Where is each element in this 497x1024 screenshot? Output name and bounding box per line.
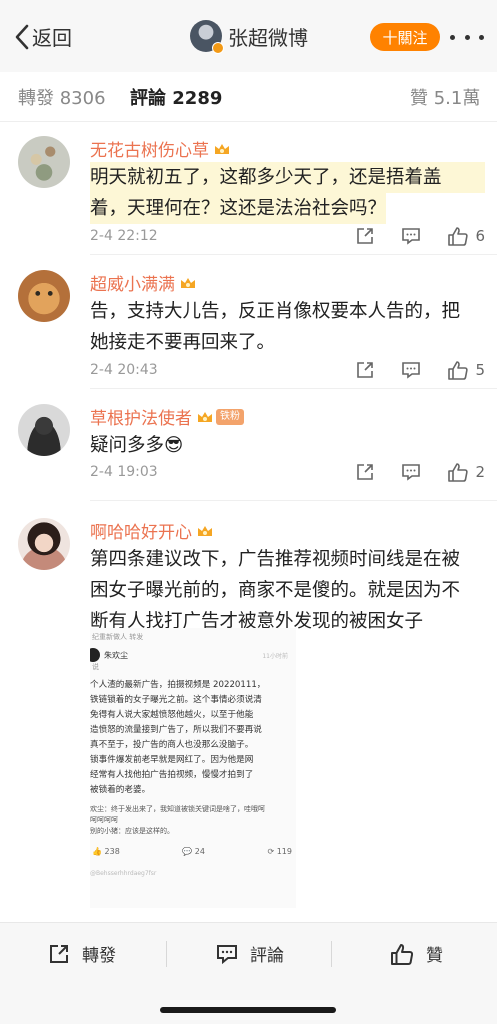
crown-icon	[198, 525, 212, 536]
avatar	[90, 648, 100, 662]
comment-username[interactable]: 草根护法使者 铁粉	[90, 404, 244, 429]
crown-icon	[181, 277, 195, 288]
divider	[166, 941, 167, 967]
like-button[interactable]: 2	[447, 462, 485, 482]
thumbs-up-icon	[448, 227, 469, 246]
embed-subtitle: 说	[92, 663, 99, 671]
avatar[interactable]	[18, 270, 70, 322]
divider	[90, 254, 497, 255]
comment-list: 无花古树伤心草 明天就初五了，这都多少天了，还是捂着盖 着，天理何在？这还是法治…	[0, 122, 497, 922]
back-label: 返回	[32, 26, 72, 50]
tab-reposts[interactable]: 轉發 8306	[18, 84, 106, 110]
share-icon	[50, 944, 68, 963]
comment-username[interactable]: 无花古树伤心草	[90, 136, 231, 161]
follow-button[interactable]: 十關注	[370, 23, 440, 51]
comment-username[interactable]: 超威小满满	[90, 270, 197, 295]
comment-meta: 2-4 19:03 2	[90, 460, 485, 484]
embed-watermark: @Behsserhhrdaeg7fsr	[90, 870, 157, 877]
embed-time: 11小时前	[262, 652, 288, 660]
back-button[interactable]: 返回	[14, 22, 72, 51]
comment-text: 疑问多多😎	[90, 435, 184, 456]
embed-body: 个人渣的最新广告，拍摄视频是 20220111， 铁链锁着的女子曝光之前。这个事…	[90, 680, 266, 795]
avatar[interactable]	[18, 518, 70, 570]
like-button[interactable]: 5	[447, 360, 485, 380]
comment-icon[interactable]	[401, 462, 421, 482]
verified-badge-icon	[212, 42, 224, 54]
divider	[90, 388, 497, 389]
avatar[interactable]	[18, 136, 70, 188]
embed-header: 纪重新做人 转发	[92, 633, 144, 641]
comment-image[interactable]: 纪重新做人 转发 朱欢尘 11小时前 说 个人渣的最新广告，拍摄视频是 2022…	[90, 628, 296, 908]
avatar[interactable]	[18, 404, 70, 456]
fan-badge: 铁粉	[216, 408, 244, 425]
home-indicator	[160, 1007, 336, 1013]
comment-button[interactable]: 評論	[216, 941, 284, 966]
crown-icon	[215, 143, 229, 154]
comment-time: 2-4 20:43	[90, 362, 158, 378]
comment-meta: 2-4 22:12 6	[90, 224, 485, 248]
bottom-action-bar: 轉發 評論 贊	[0, 922, 497, 1024]
chevron-left-icon	[15, 24, 29, 49]
comment-username[interactable]: 啊哈哈好开心	[90, 518, 214, 543]
share-icon[interactable]	[355, 462, 375, 482]
share-icon[interactable]	[355, 226, 375, 246]
divider	[331, 941, 332, 967]
embed-replies: 欢尘：终于发出来了，我知道被锁关键词是啥了，哇哦呵 呵呵呵呵 别的小猪：应该是这…	[90, 805, 265, 835]
share-icon[interactable]	[355, 360, 375, 380]
embed-stats: 👍 238 💬 24 ⟳ 119	[90, 837, 296, 856]
tab-bar: 轉發 8306 評論 2289 贊 5.1萬	[0, 72, 497, 122]
comment-icon	[217, 944, 237, 964]
comment-icon[interactable]	[401, 360, 421, 380]
page-title-group[interactable]: 张超微博	[190, 20, 308, 54]
comment-text: 明天就初五了，这都多少天了，还是捂着盖 着，天理何在？这还是法治社会吗？	[90, 162, 485, 224]
comment-icon[interactable]	[401, 226, 421, 246]
comment-meta: 2-4 20:43 5	[90, 358, 485, 382]
page-title: 张超微博	[228, 25, 308, 50]
comment-time: 2-4 22:12	[90, 228, 158, 244]
top-bar: 返回 张超微博 十關注	[0, 0, 497, 72]
thumbs-up-icon	[391, 943, 414, 965]
more-options-icon[interactable]	[450, 28, 484, 46]
repost-button[interactable]: 轉發	[48, 941, 116, 966]
embed-reposts: ⟳ 119	[267, 847, 292, 856]
comment-text: 第四条建议改下，广告推荐视频时间线是在被 困女子曝光前的，商家不是傻的。就是因为…	[90, 549, 461, 632]
embed-likes: 👍 238	[92, 847, 120, 856]
avatar	[190, 20, 224, 54]
divider	[90, 500, 497, 501]
crown-icon	[198, 411, 212, 422]
comment-text: 告，支持大儿告，反正肖像权要本人告的，把 她接走不要再回来了。	[90, 301, 461, 353]
tab-comments[interactable]: 評論 2289	[130, 84, 222, 110]
like-button[interactable]: 6	[447, 226, 485, 246]
like-button[interactable]: 贊	[390, 941, 443, 966]
comment-time: 2-4 19:03	[90, 464, 158, 480]
embed-comments: 💬 24	[182, 847, 205, 856]
thumbs-up-icon	[448, 361, 469, 380]
thumbs-up-icon	[448, 463, 469, 482]
tab-likes[interactable]: 贊 5.1萬	[410, 84, 480, 110]
embed-username: 朱欢尘	[104, 650, 128, 660]
